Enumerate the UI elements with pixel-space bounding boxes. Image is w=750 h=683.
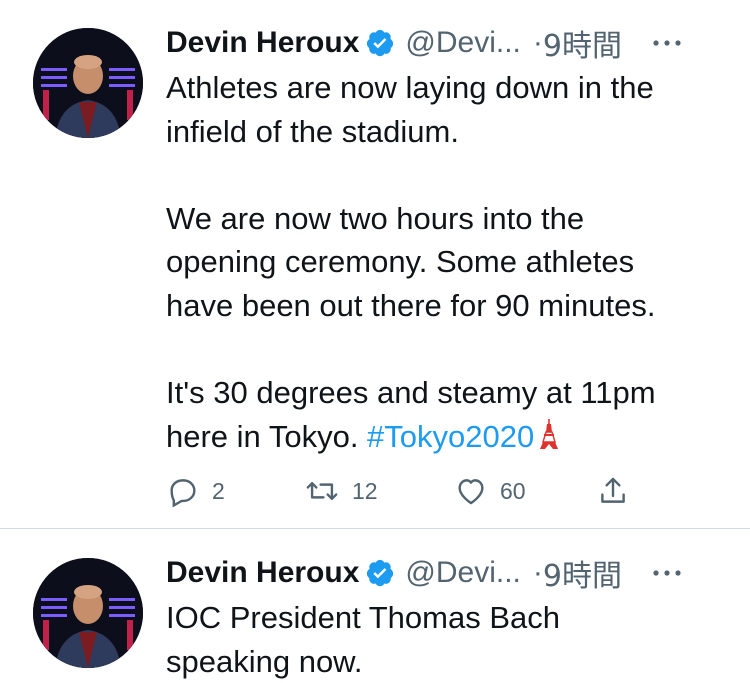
- reply-button[interactable]: 2: [166, 474, 225, 508]
- author-name[interactable]: Devin Heroux: [166, 556, 359, 590]
- share-button[interactable]: [596, 474, 630, 508]
- tweet-divider: [0, 528, 750, 529]
- reply-count: 2: [212, 477, 225, 504]
- tweet-actions: 2 12 60: [166, 474, 646, 514]
- more-icon[interactable]: [652, 23, 682, 63]
- author-handle[interactable]: @Devi...: [405, 556, 520, 590]
- tweet-line: have been out there for 90 minutes.: [166, 287, 656, 323]
- share-icon: [601, 477, 625, 503]
- reply-icon: [170, 479, 196, 508]
- author-handle[interactable]: @Devi...: [405, 26, 520, 60]
- avatar[interactable]: [33, 558, 143, 668]
- retweet-button[interactable]: 12: [304, 474, 378, 508]
- tweet-line: here in Tokyo. #Tokyo2020: [166, 415, 736, 459]
- retweet-count: 12: [352, 477, 378, 504]
- tweet-line: We are now two hours into the: [166, 200, 585, 236]
- tweet-line: IOC President Thomas Bach: [166, 600, 560, 635]
- tweet-line: Athletes are now laying down in the: [166, 70, 654, 105]
- like-button[interactable]: 60: [454, 474, 526, 508]
- verified-badge-icon: [367, 559, 394, 587]
- tweet-line: speaking now.: [166, 643, 363, 679]
- separator-dot: ·: [532, 556, 543, 589]
- tweet-line: infield of the stadium.: [166, 113, 459, 149]
- tweet-text: IOC President Thomas Bach speaking now.: [166, 596, 736, 683]
- more-icon[interactable]: [652, 553, 682, 593]
- avatar[interactable]: [33, 28, 143, 138]
- hashtag-link[interactable]: #Tokyo2020: [367, 419, 534, 454]
- tweet-time[interactable]: 9時間: [543, 551, 622, 595]
- like-icon: [458, 479, 484, 505]
- retweet-icon: [306, 482, 338, 500]
- tokyo-tower-icon: [540, 418, 559, 449]
- tweet[interactable]: Devin Heroux @Devi... · 9時間 Athletes are…: [0, 0, 750, 529]
- tweet-line: opening ceremony. Some athletes: [166, 244, 635, 280]
- tweet-text: Athletes are now laying down in the infi…: [166, 66, 736, 458]
- tweet-time[interactable]: 9時間: [543, 21, 622, 65]
- tweet-header: Devin Heroux @Devi... · 9時間: [166, 22, 726, 64]
- tweet-line-text: here in Tokyo.: [166, 418, 368, 454]
- author-name[interactable]: Devin Heroux: [166, 26, 359, 60]
- tweet[interactable]: Devin Heroux @Devi... · 9時間 IOC Presiden…: [0, 530, 750, 682]
- like-count: 60: [500, 477, 526, 504]
- verified-badge-icon: [367, 29, 394, 57]
- tweet-line: It's 30 degrees and steamy at 11pm: [166, 375, 656, 411]
- tweet-header: Devin Heroux @Devi... · 9時間: [166, 552, 726, 594]
- separator-dot: ·: [532, 26, 543, 59]
